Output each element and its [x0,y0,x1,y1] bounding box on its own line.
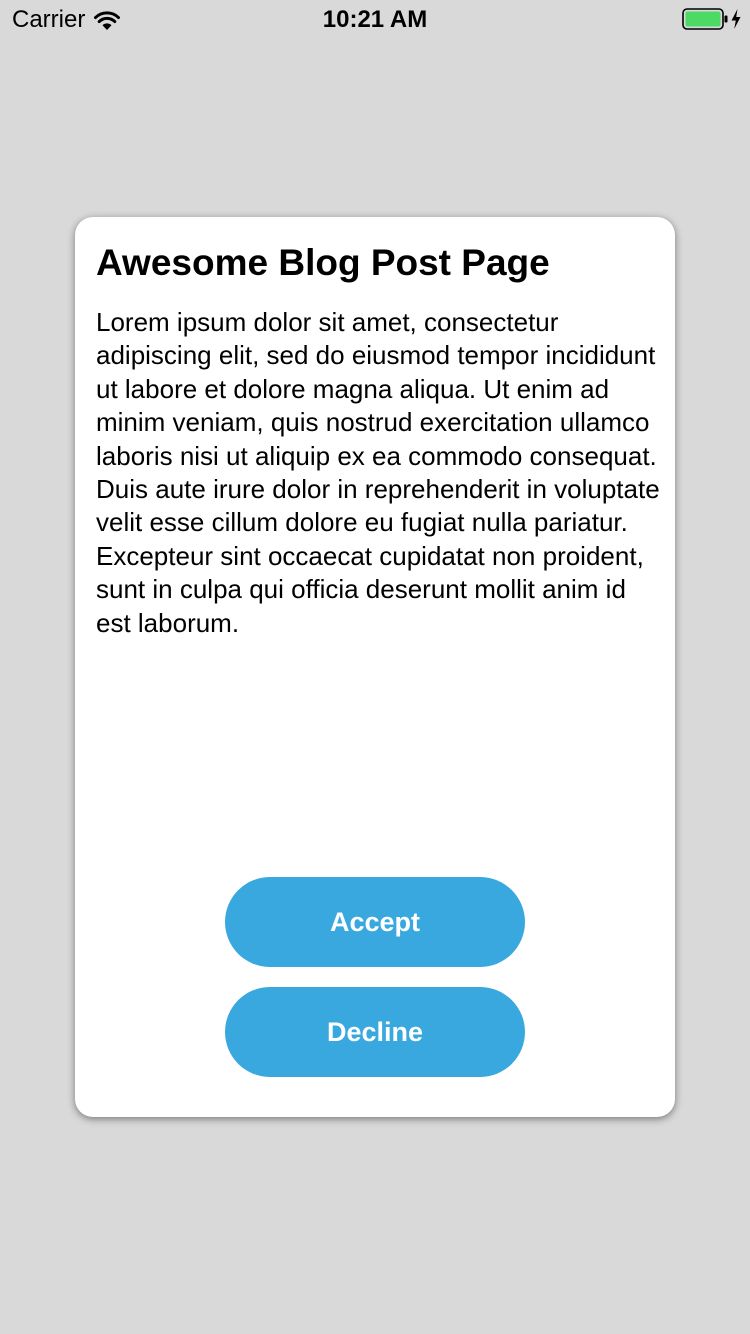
battery-indicator [682,8,742,30]
decline-button[interactable]: Decline [225,987,525,1077]
status-time: 10:21 AM [322,6,428,33]
blog-post-card: Awesome Blog Post Page Lorem ipsum dolor… [75,217,675,1117]
charging-bolt-icon [731,9,741,29]
post-title: Awesome Blog Post Page [96,242,550,283]
post-body: Lorem ipsum dolor sit amet, consectetur … [96,307,660,638]
status-bar: Carrier 10:21 AM [0,0,750,40]
accept-button[interactable]: Accept [225,877,525,967]
battery-icon [682,8,728,30]
